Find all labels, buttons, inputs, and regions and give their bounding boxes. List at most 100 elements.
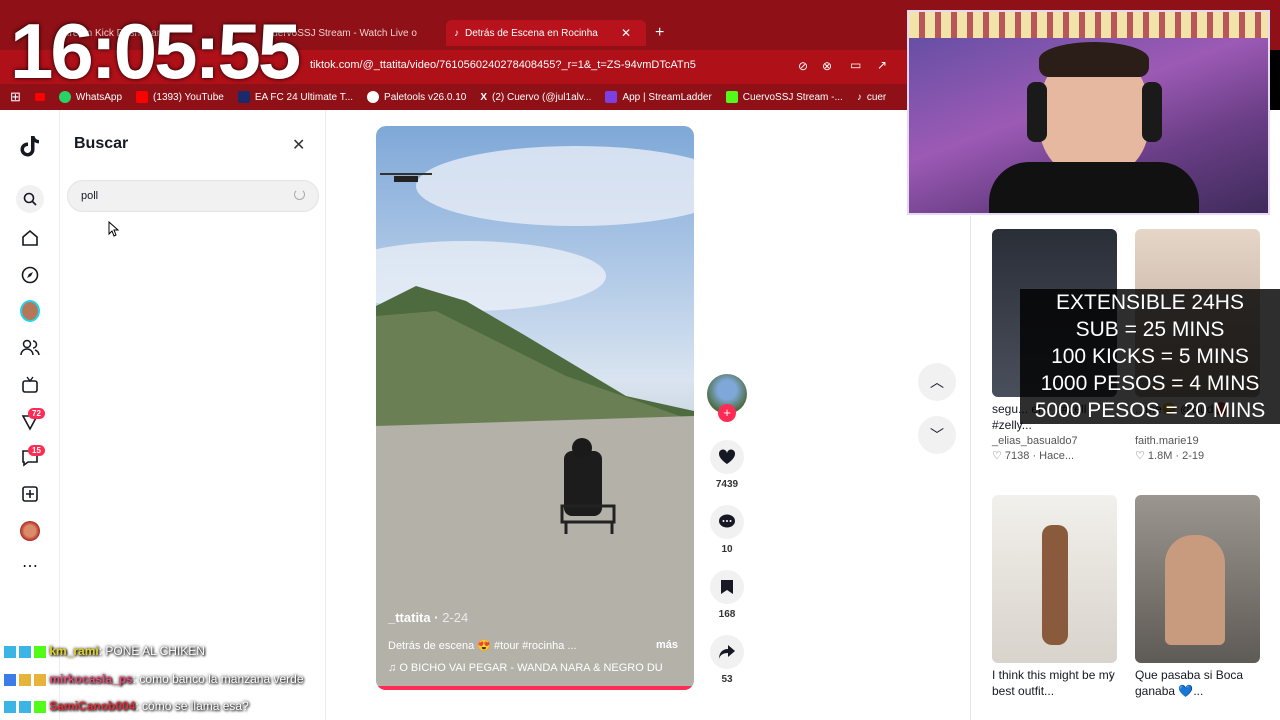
card-user[interactable]: faith.marie19: [1135, 435, 1260, 447]
search-icon[interactable]: [16, 185, 44, 213]
share-icon[interactable]: ↗: [877, 58, 887, 72]
chat-badges-icon: [4, 645, 46, 658]
card-title[interactable]: I think this might be my best outfit...: [992, 667, 1117, 699]
bookmark-label: (2) Cuervo (@jul1alv...: [492, 91, 592, 103]
bookmark-streamladder[interactable]: App | StreamLadder: [605, 91, 712, 103]
bookmark-tiktok-cuer[interactable]: ♪ cuer: [857, 92, 886, 103]
chat-message: mirkocasla_ps: como banco la manzana ver…: [4, 672, 304, 686]
music-title: O BICHO VAI PEGAR - WANDA NARA & NEGRO D…: [399, 662, 663, 674]
home-icon[interactable]: [20, 228, 40, 248]
comment-icon: [710, 505, 744, 539]
search-title: Buscar: [74, 135, 129, 152]
streamer-hair: [1039, 42, 1149, 77]
follow-plus-icon[interactable]: +: [718, 404, 736, 422]
tiktok-logo-icon[interactable]: [20, 136, 40, 157]
extensible-line: EXTENSIBLE 24HS: [1056, 291, 1244, 314]
streamladder-icon: [605, 91, 618, 103]
save-count: 168: [718, 609, 736, 620]
chat-user: mirkocasla_ps: [49, 672, 133, 686]
like-button[interactable]: 7439: [707, 440, 747, 490]
extensible-line: 5000 PESOS = 20 MINS: [1034, 399, 1266, 422]
extensible-panel: EXTENSIBLE 24HS SUB = 25 MINS 100 KICKS …: [1020, 289, 1280, 424]
tab-label: Detrás de Escena en Rocinha: [465, 27, 598, 39]
heart-icon: [710, 440, 744, 474]
left-nav: 72 15 ⋯: [0, 110, 60, 720]
live-profile-icon[interactable]: [20, 300, 40, 322]
bookmark-x-cuervo[interactable]: X (2) Cuervo (@jul1alv...: [480, 92, 591, 103]
paletools-icon: [367, 91, 380, 103]
search-box[interactable]: [67, 180, 319, 212]
video-thumbnail[interactable]: [1135, 495, 1260, 663]
profile-avatar[interactable]: [20, 521, 40, 541]
share-button[interactable]: 53: [707, 635, 747, 685]
video-card[interactable]: I think this might be my best outfit... …: [992, 495, 1117, 699]
comment-count: 10: [721, 544, 733, 555]
messages-badge: 15: [28, 445, 45, 456]
chat-text: : PONE AL CHIKEN: [98, 644, 205, 658]
extension-icon[interactable]: ⊘: [798, 59, 808, 73]
upload-icon[interactable]: [20, 484, 40, 504]
share-arrow-icon: [710, 635, 744, 669]
url-text[interactable]: tiktok.com/@_ttatita/video/7610560240278…: [310, 59, 696, 71]
next-video-button[interactable]: ﹀: [918, 416, 956, 454]
save-button[interactable]: 168: [707, 570, 747, 620]
card-meta: ♡ 7138 · Hace...: [992, 450, 1075, 462]
like-count: 7439: [715, 479, 739, 490]
more-options-icon[interactable]: ⋮: [1105, 669, 1117, 683]
live-icon[interactable]: [20, 375, 40, 395]
light-strip: [909, 12, 1268, 38]
video-player[interactable]: _ttatita · 2-24 Detrás de escena 😍 #tour…: [376, 126, 694, 690]
following-icon[interactable]: [20, 338, 40, 358]
more-icon[interactable]: ⋯: [20, 556, 40, 576]
streamer-shirt: [989, 162, 1199, 213]
comment-button[interactable]: 10: [707, 505, 747, 555]
bookmark-label: Paletools v26.0.10: [384, 91, 467, 103]
search-panel: Buscar ✕: [60, 110, 326, 720]
bookmark-icon: [710, 570, 744, 604]
stream-clock: 16:05:55: [10, 7, 301, 95]
video-description: Detrás de escena 😍 #tour #rocinha ...: [388, 640, 577, 652]
video-music[interactable]: ♫ O BICHO VAI PEGAR - WANDA NARA & NEGRO…: [388, 662, 663, 674]
loading-spinner-icon: [294, 189, 305, 200]
video-frame: [376, 146, 694, 690]
mute-icon[interactable]: ⊗: [822, 59, 832, 73]
close-search-icon[interactable]: ✕: [292, 135, 305, 155]
creator-avatar-button[interactable]: +: [707, 374, 747, 422]
bookmark-label: cuer: [866, 91, 887, 103]
video-author[interactable]: _ttatita · 2-24: [388, 610, 468, 625]
card-user[interactable]: _elias_basualdo7: [992, 435, 1117, 447]
extensible-line: SUB = 25 MINS: [1075, 318, 1225, 341]
webcam-overlay: [907, 10, 1270, 215]
mouse-cursor-icon: [108, 221, 120, 237]
headphones-icon: [1142, 82, 1162, 142]
author-name[interactable]: _ttatita: [388, 610, 431, 625]
more-link[interactable]: más: [656, 639, 678, 651]
video-thumbnail[interactable]: [992, 495, 1117, 663]
bookmark-kick-cuervo[interactable]: CuervoSSJ Stream -...: [725, 91, 843, 103]
extensible-line: 1000 PESOS = 4 MINS: [1040, 372, 1260, 395]
video-card[interactable]: Que pasaba si Boca ganaba 💙...: [1135, 495, 1260, 699]
x-logo-icon: X: [480, 91, 487, 103]
extensible-line: 100 KICKS = 5 MINS: [1051, 345, 1249, 368]
explore-icon[interactable]: [20, 265, 40, 285]
chevron-up-icon: ︿: [930, 374, 944, 390]
music-note-icon: ♫: [388, 662, 400, 674]
chat-user: km_rami: [49, 644, 99, 658]
chat-text: : como banco la manzana verde: [132, 672, 304, 686]
card-title[interactable]: Que pasaba si Boca ganaba 💙...: [1135, 667, 1260, 699]
card-meta: ♡ 1.8M · 2-19: [1135, 450, 1205, 462]
close-tab-icon[interactable]: ✕: [621, 26, 631, 40]
previous-video-button[interactable]: ︿: [918, 363, 956, 401]
divider: [970, 216, 971, 720]
search-input[interactable]: [81, 190, 281, 202]
chat-user: SamiCanob004: [49, 699, 136, 713]
cast-icon[interactable]: ▭: [850, 58, 861, 72]
activity-badge: 72: [28, 408, 45, 419]
chat-message: SamiCanob004: cómo se llama esa?: [4, 699, 249, 713]
video-progress-bar[interactable]: [376, 686, 694, 690]
new-tab-button[interactable]: +: [655, 20, 664, 46]
bookmark-paletools[interactable]: Paletools v26.0.10: [367, 91, 466, 103]
tiktok-tab-icon: ♪: [454, 27, 459, 39]
tab-tiktok-video[interactable]: ♪ Detrás de Escena en Rocinha ✕: [446, 20, 646, 46]
chat-badges-icon: [4, 673, 46, 686]
